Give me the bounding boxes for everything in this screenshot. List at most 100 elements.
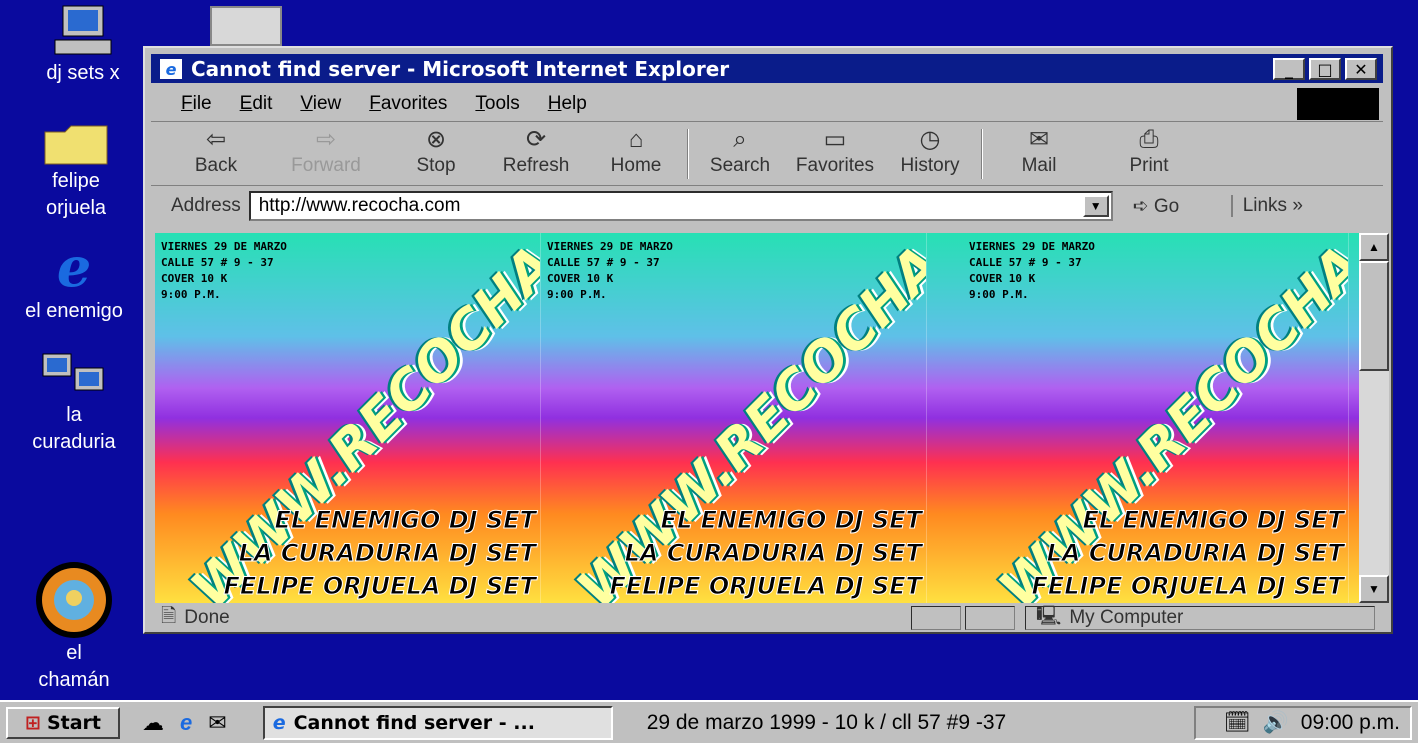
svg-text:e: e: [57, 238, 91, 298]
desktop-icon-label: la curaduria: [32, 404, 116, 453]
home-button[interactable]: ⌂ Home: [591, 125, 681, 185]
desktop-icon-label: el enemigo: [25, 300, 123, 322]
go-button[interactable]: ➪ Go: [1133, 195, 1213, 218]
status-bar: 🗎 Done 🖳 My Computer: [151, 604, 1383, 632]
menu-bar: File Edit View Favorites Tools Help: [151, 86, 1383, 122]
go-arrow-icon: ➪: [1132, 195, 1149, 217]
flyer-panel: VIERNES 29 DE MARZO CALLE 57 # 9 - 37 COVE…: [155, 233, 541, 603]
page-content: VIERNES 29 DE MARZO CALLE 57 # 9 - 37 COVE…: [155, 233, 1385, 603]
menu-tools[interactable]: Tools: [475, 93, 519, 115]
menu-edit[interactable]: Edit: [240, 93, 273, 115]
briefcase-icon[interactable]: [210, 6, 282, 46]
desktop-icon-label: dj sets x: [46, 62, 120, 84]
refresh-icon: ⟳: [525, 126, 547, 153]
computer-icon: [54, 5, 112, 55]
close-button[interactable]: ✕: [1345, 58, 1377, 80]
search-icon: ⌕: [733, 126, 747, 153]
outlook-icon[interactable]: ✉: [208, 710, 226, 736]
quick-launch: ☁ e ✉: [142, 710, 227, 736]
minimize-button[interactable]: _: [1273, 58, 1305, 80]
my-computer-icon: 🖳: [1036, 606, 1062, 627]
status-text: Done: [184, 607, 230, 628]
ie-page-icon: e: [160, 58, 182, 79]
toolbar-separator: [687, 129, 689, 179]
back-arrow-icon: ⇦: [205, 126, 227, 153]
scroll-up-button[interactable]: ▲: [1359, 233, 1389, 261]
favorites-folder-icon: ▭: [823, 126, 847, 153]
address-input[interactable]: http://www.recocha.com ▼: [248, 191, 1113, 221]
folder-icon: [44, 125, 108, 165]
security-zone: 🖳 My Computer: [1025, 606, 1375, 630]
desktop-icon-felipe-orjuela[interactable]: felipe orjuela: [6, 122, 146, 222]
flyer-panel: VIERNES 29 DE MARZO CALLE 57 # 9 - 37 COVE…: [541, 233, 927, 603]
zone-label: My Computer: [1069, 607, 1184, 628]
history-icon: ◷: [919, 126, 941, 153]
toolbar-separator: [981, 129, 983, 179]
sun-logo-icon: [36, 562, 112, 638]
page-done-icon: 🗎: [161, 606, 177, 627]
stop-button[interactable]: ⊗ Stop: [391, 125, 481, 185]
event-info-text: 29 de marzo 1999 - 10 k / cll 57 #9 -37: [646, 710, 1007, 734]
mail-icon: ✉: [1028, 126, 1050, 153]
start-button[interactable]: ⊞ Start: [6, 706, 120, 739]
scroll-thumb[interactable]: [1359, 261, 1389, 371]
forward-button[interactable]: ⇨ Forward: [261, 125, 391, 185]
refresh-button[interactable]: ⟳ Refresh: [481, 125, 591, 185]
mail-button[interactable]: ✉ Mail: [989, 125, 1089, 185]
home-icon: ⌂: [628, 126, 644, 153]
volume-icon[interactable]: 🔊: [1263, 711, 1289, 735]
dj-lineup: EL ENEMIGO DJ SET LA CURADURIA DJ SET FELI…: [609, 506, 923, 601]
status-cell: [965, 606, 1015, 630]
title-bar[interactable]: e Cannot find server - Microsoft Interne…: [151, 54, 1383, 83]
address-label: Address: [171, 195, 241, 216]
dj-lineup: EL ENEMIGO DJ SET LA CURADURIA DJ SET FELI…: [1031, 506, 1345, 601]
favorites-button[interactable]: ▭ Favorites: [785, 125, 885, 185]
links-button[interactable]: Links »: [1230, 195, 1303, 217]
address-bar: Address http://www.recocha.com ▼ ➪ Go Li…: [151, 188, 1383, 224]
flyer-panel: VIERNES 29 DE MARZO CALLE 57 # 9 - 37 COVE…: [963, 233, 1349, 603]
print-button[interactable]: ⎙ Print: [1089, 125, 1209, 185]
menu-view[interactable]: View: [300, 93, 341, 115]
scheduler-icon[interactable]: 🗓: [1224, 711, 1251, 735]
history-button[interactable]: ◷ History: [885, 125, 975, 185]
print-icon: ⎙: [1139, 126, 1159, 153]
desktop-icon-el-chaman[interactable]: el chamán: [4, 560, 144, 694]
ie-icon[interactable]: e: [180, 710, 192, 736]
browser-window: e Cannot find server - Microsoft Interne…: [143, 46, 1393, 634]
desktop-icon-dj-sets[interactable]: dj sets x: [13, 2, 153, 87]
stop-icon: ⊗: [425, 126, 447, 153]
status-cell: [911, 606, 961, 630]
back-button[interactable]: ⇦ Back: [171, 125, 261, 185]
desktop-icon-label: felipe orjuela: [45, 170, 107, 219]
desktop-icon-label: el chamán: [38, 642, 110, 691]
clock[interactable]: 09:00 p.m.: [1301, 711, 1400, 735]
desktop-icon-la-curaduria[interactable]: la curaduria: [4, 350, 144, 456]
taskbar: ⊞ Start ☁ e ✉ e Cannot find server - ...…: [0, 700, 1418, 743]
desktop-icon-el-enemigo[interactable]: e el enemigo: [4, 238, 144, 325]
toolbar: ⇦ Back ⇨ Forward ⊗ Stop ⟳ Refresh ⌂ Home ⌕ Sea…: [151, 124, 1383, 186]
vertical-scrollbar[interactable]: ▲ ▼: [1359, 233, 1389, 603]
taskbar-task-ie[interactable]: e Cannot find server - ...: [262, 705, 613, 740]
svg-text:e: e: [166, 60, 177, 79]
status-main: 🗎 Done: [151, 602, 911, 634]
address-value: http://www.recocha.com: [258, 195, 461, 216]
scroll-down-button[interactable]: ▼: [1359, 575, 1389, 603]
dj-lineup: EL ENEMIGO DJ SET LA CURADURIA DJ SET FELI…: [223, 506, 537, 601]
windows-logo-throbber: [1297, 88, 1379, 120]
menu-file[interactable]: File: [181, 93, 212, 115]
menu-favorites[interactable]: Favorites: [369, 93, 447, 115]
window-title: Cannot find server - Microsoft Internet …: [191, 56, 730, 81]
event-info: VIERNES 29 DE MARZO CALLE 57 # 9 - 37 COVE…: [547, 240, 673, 301]
system-tray: 🗓 🔊 09:00 p.m.: [1194, 706, 1412, 740]
network-icon: [42, 353, 104, 391]
menu-help[interactable]: Help: [548, 93, 587, 115]
ie-page-icon: e: [272, 711, 286, 734]
windows-logo-icon: ⊞: [25, 711, 41, 734]
forward-arrow-icon: ⇨: [315, 126, 337, 153]
address-dropdown-button[interactable]: ▼: [1082, 195, 1109, 217]
show-desktop-icon[interactable]: ☁: [142, 710, 164, 736]
search-button[interactable]: ⌕ Search: [695, 125, 785, 185]
maximize-button[interactable]: □: [1309, 58, 1341, 80]
ie-icon: e: [57, 238, 91, 298]
event-info: VIERNES 29 DE MARZO CALLE 57 # 9 - 37 COVE…: [161, 240, 287, 301]
